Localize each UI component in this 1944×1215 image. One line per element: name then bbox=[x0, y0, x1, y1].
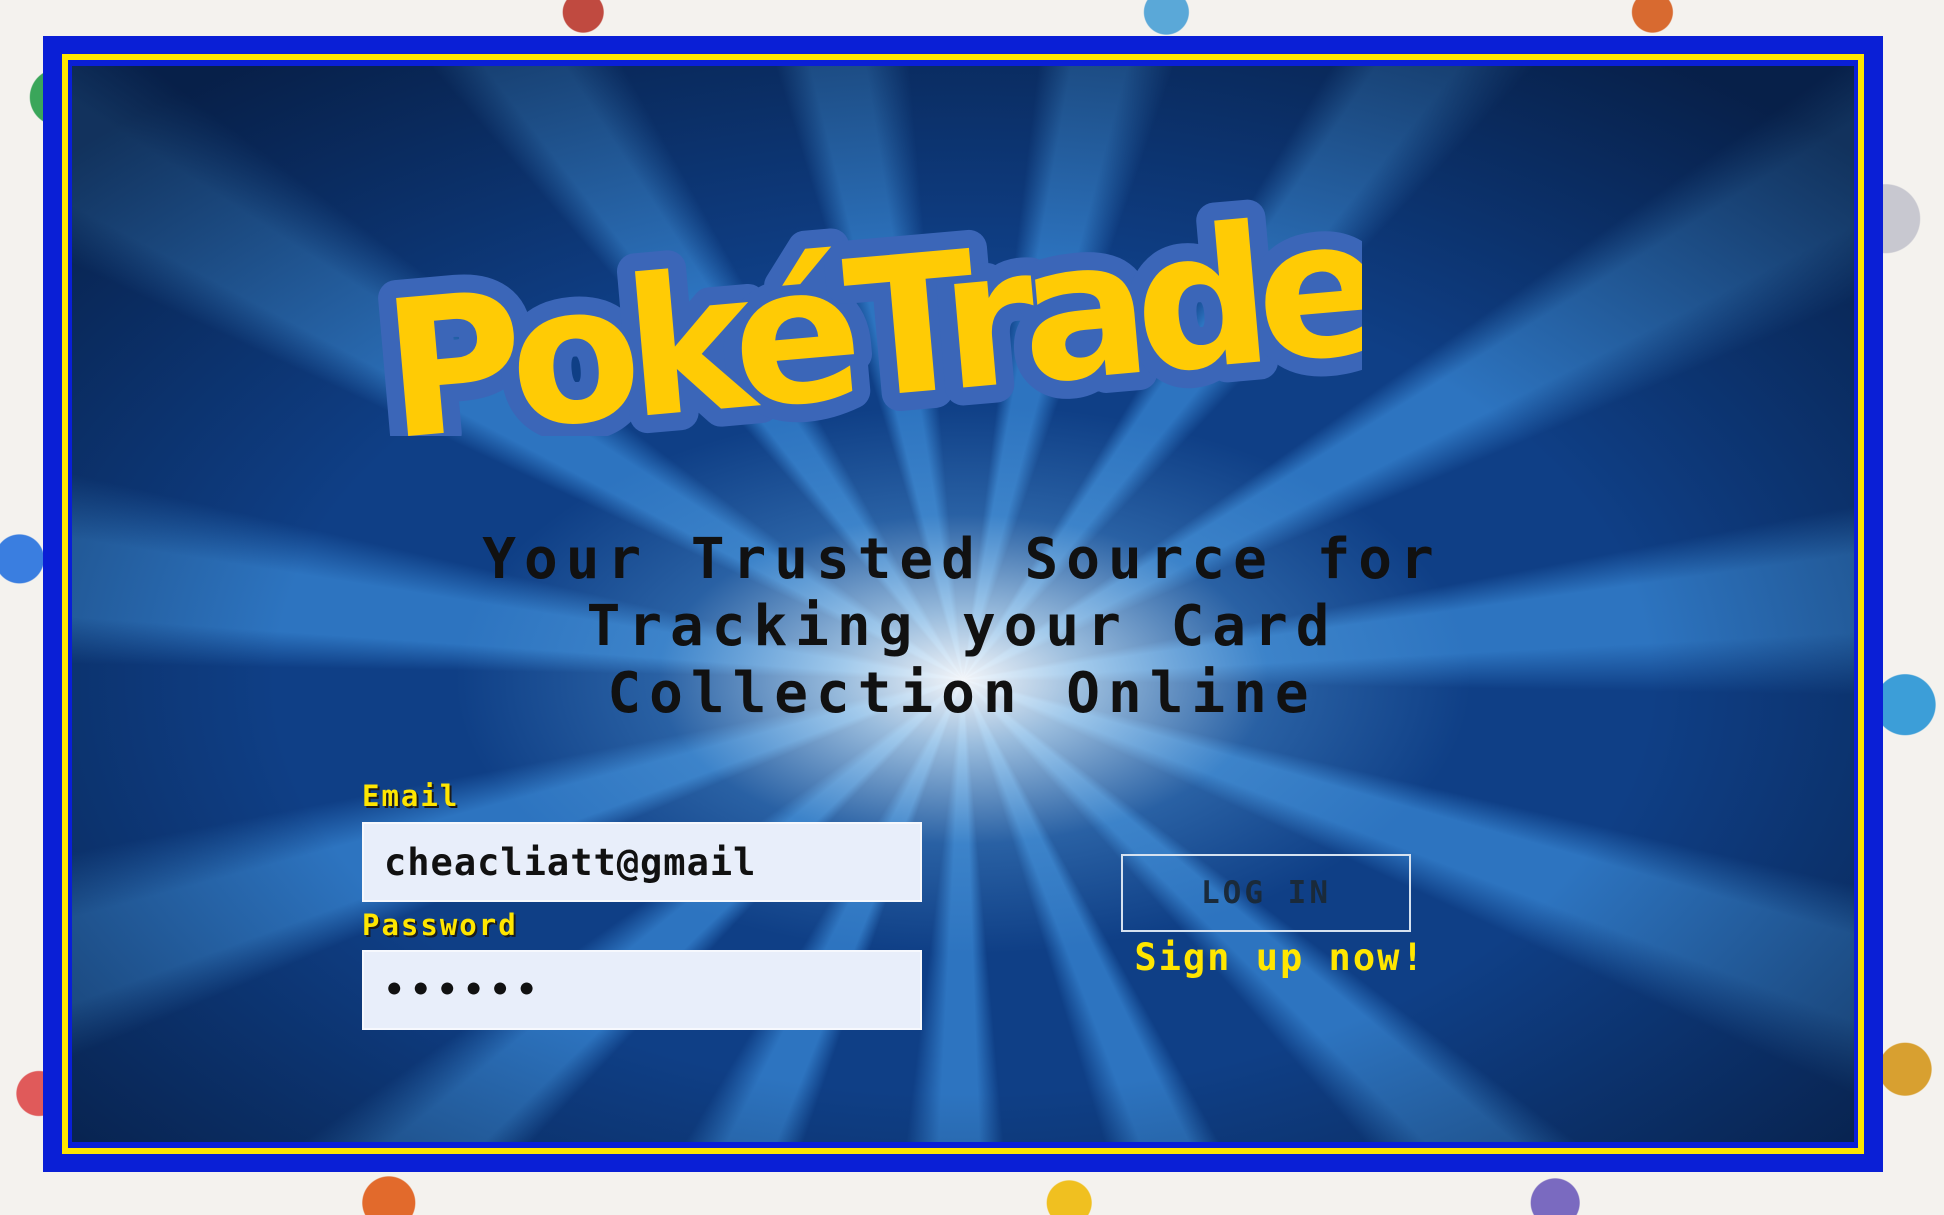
password-label: Password bbox=[362, 908, 518, 942]
tagline-line-3: Collection Online bbox=[607, 661, 1317, 726]
email-label: Email bbox=[362, 779, 460, 813]
logo-text: PokéTrader bbox=[375, 196, 1362, 436]
email-field[interactable]: cheacliatt@gmail bbox=[362, 822, 922, 902]
signup-link[interactable]: Sign up now! bbox=[1090, 936, 1470, 979]
tagline-line-2: Tracking your Card bbox=[586, 594, 1338, 659]
tagline: Your Trusted Source for Tracking your Ca… bbox=[272, 526, 1652, 727]
login-panel: PokéTrader PokéTrader Your Trusted Sourc… bbox=[72, 66, 1854, 1142]
login-button[interactable]: LOG IN bbox=[1121, 854, 1411, 932]
tagline-line-1: Your Trusted Source for bbox=[482, 527, 1442, 592]
poketrader-logo: PokéTrader PokéTrader bbox=[362, 196, 1362, 436]
password-field[interactable]: •••••• bbox=[362, 950, 922, 1030]
